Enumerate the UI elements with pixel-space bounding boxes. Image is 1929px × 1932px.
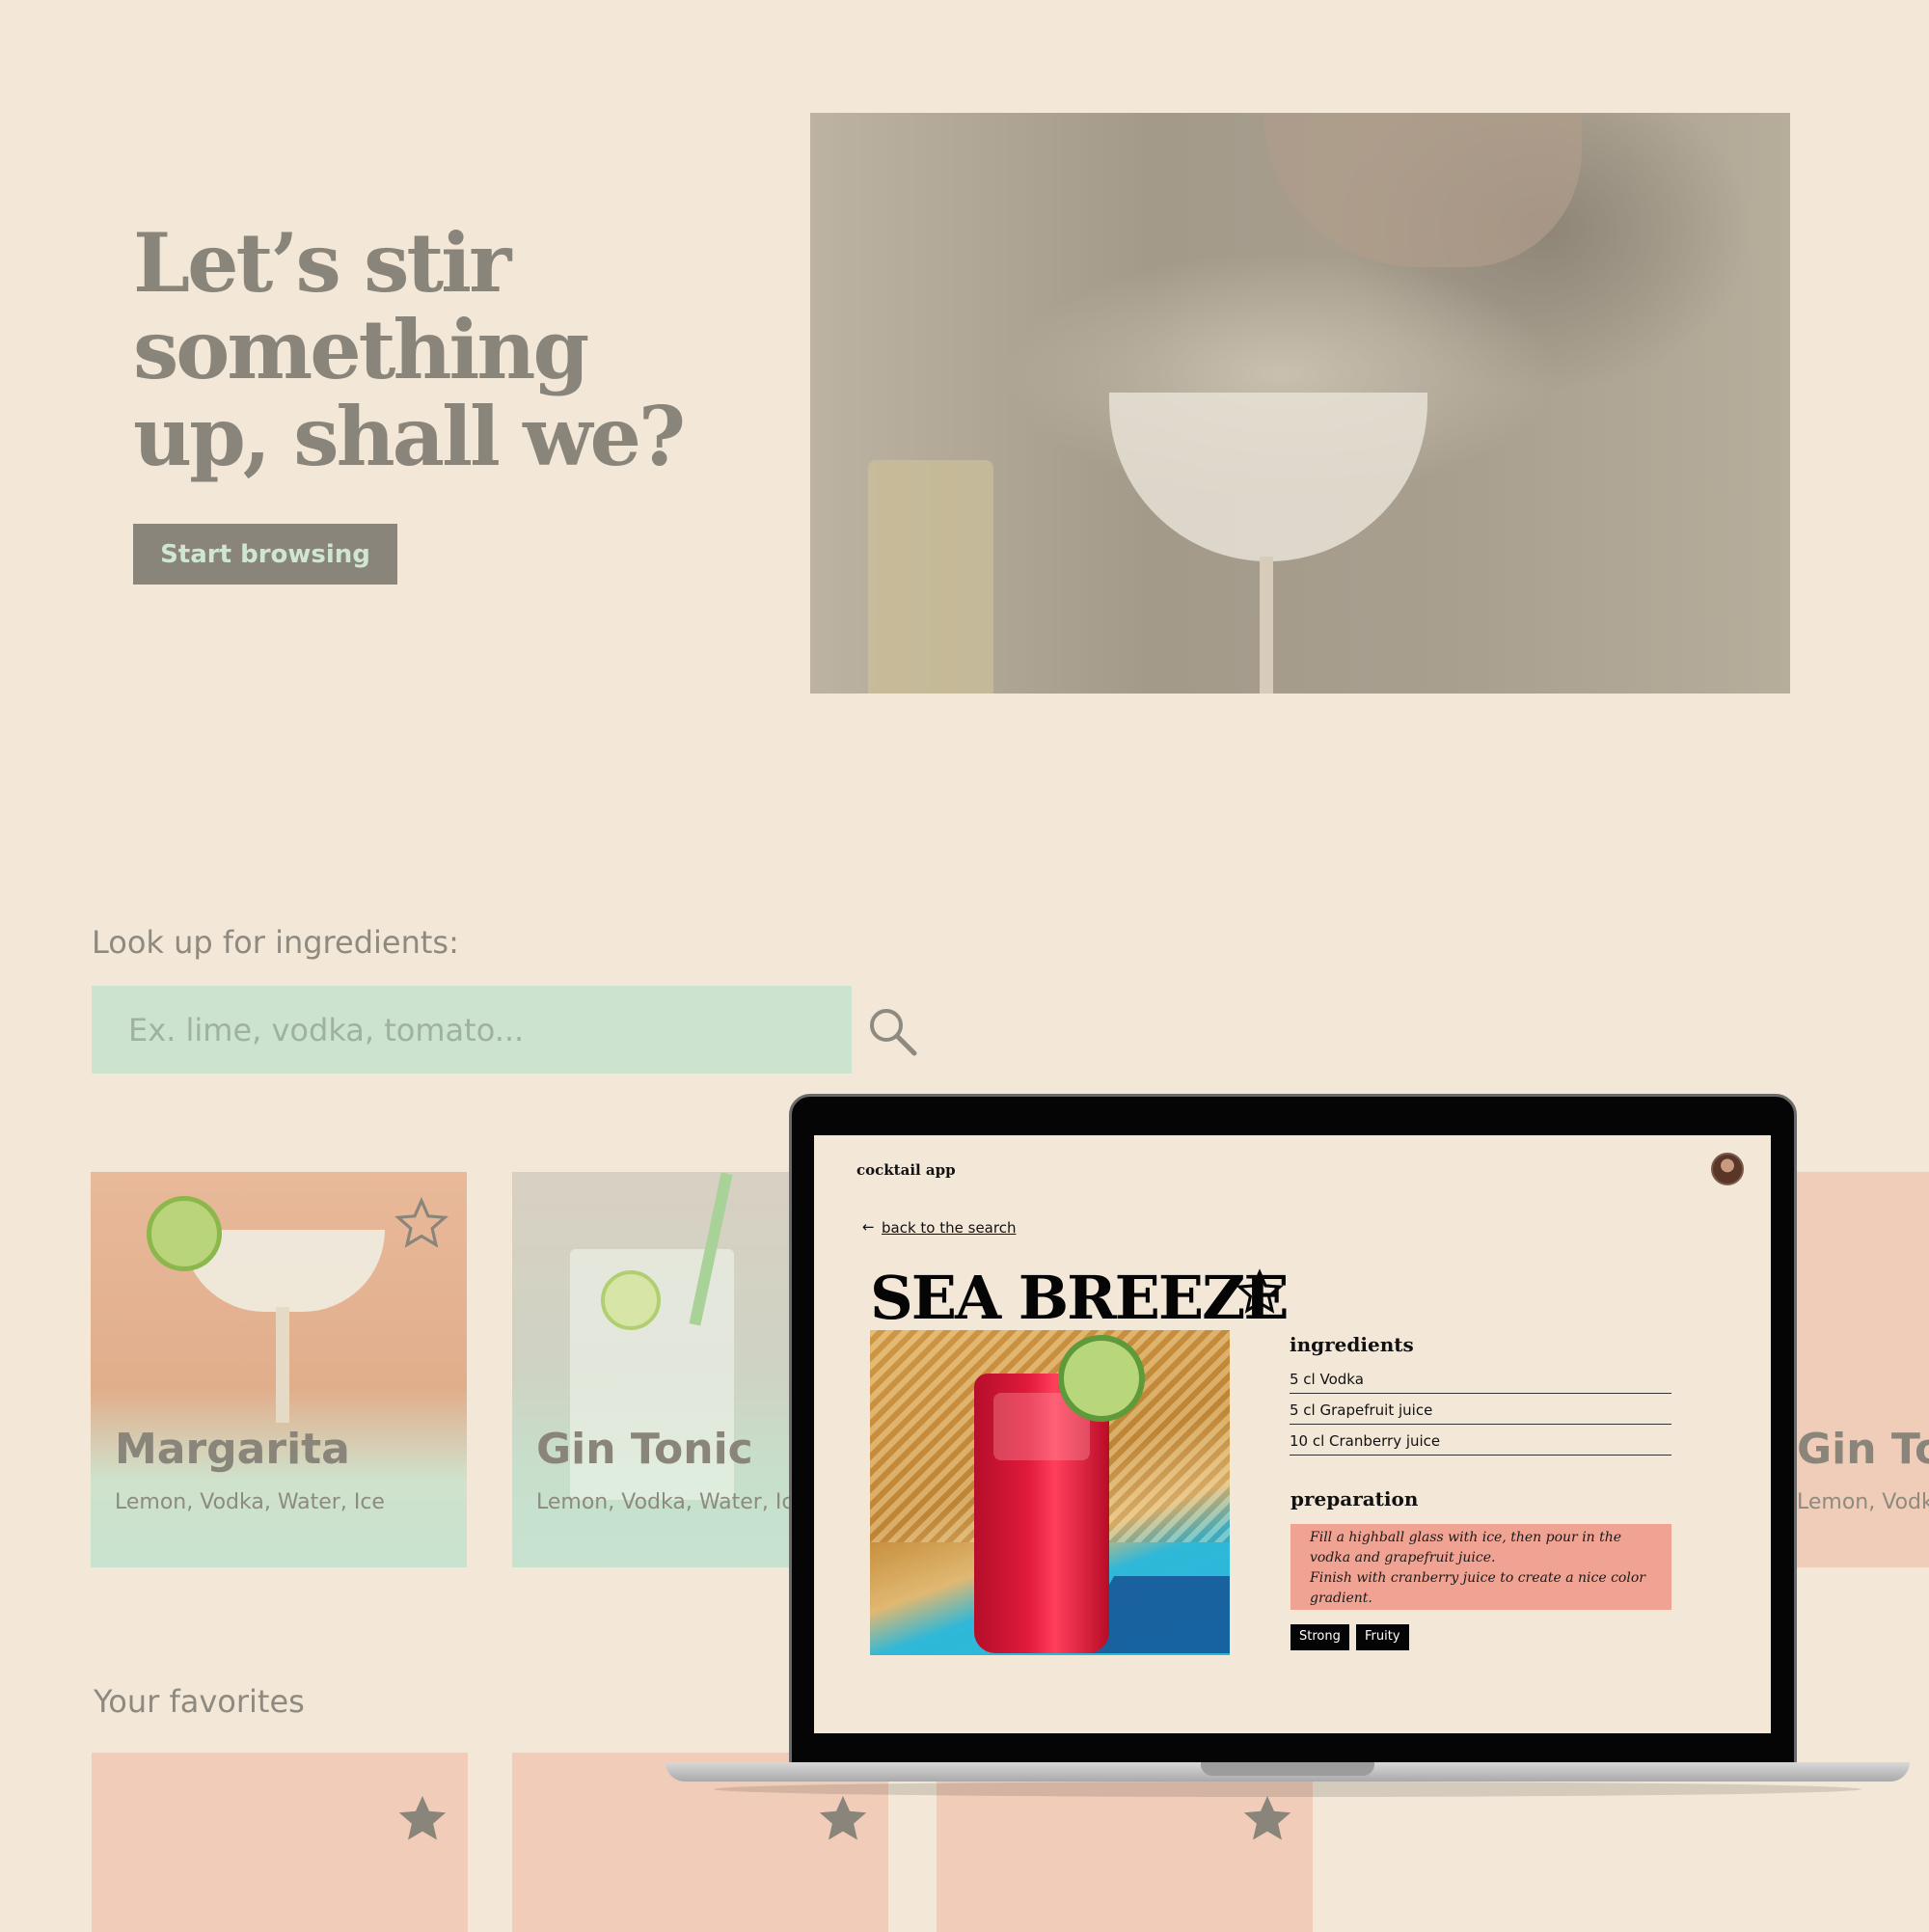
hand-shape (1263, 113, 1582, 267)
card-ingredients: Lemon, Vodka, Water, Ice (115, 1490, 385, 1514)
star-filled-icon[interactable] (394, 1791, 450, 1847)
tag-strong[interactable]: Strong (1291, 1624, 1349, 1650)
cocktail-card-gin-tonic-2[interactable]: Gin Tonic Lemon, Vodka, Water, Ice (1789, 1172, 1929, 1567)
star-filled-icon[interactable] (1239, 1791, 1295, 1847)
ingredient-row: 10 cl Cranberry juice (1290, 1425, 1671, 1456)
lime-wheel-shape (1058, 1335, 1145, 1422)
laptop-shadow (714, 1782, 1861, 1797)
back-to-search-link[interactable]: back to the search (882, 1219, 1016, 1237)
lime-shape (147, 1196, 222, 1271)
user-avatar[interactable] (1711, 1153, 1744, 1185)
laptop-screen: cocktail app ← back to the search SEA BR… (814, 1135, 1771, 1733)
search-icon[interactable] (866, 1005, 918, 1057)
card-ingredients: Lemon, Vodka, Water, Ice (536, 1490, 806, 1514)
star-filled-icon[interactable] (815, 1791, 871, 1847)
ingredient-row: 5 cl Vodka (1290, 1363, 1671, 1394)
margarita-stem-shape (276, 1307, 289, 1423)
favorites-heading: Your favorites (94, 1683, 305, 1720)
ingredients-heading: ingredients (1290, 1333, 1414, 1356)
tag-fruity[interactable]: Fruity (1356, 1624, 1409, 1650)
hero-title: Let’s stir something up, shall we? (133, 215, 686, 484)
drink-title: SEA BREEZE (870, 1263, 1290, 1333)
tall-glass-shape (868, 460, 993, 694)
star-outline-icon[interactable] (1236, 1268, 1284, 1317)
start-browsing-button[interactable]: Start browsing (133, 524, 397, 585)
preparation-heading: preparation (1291, 1487, 1419, 1510)
card-ingredients: Lemon, Vodka, Water, Ice (1797, 1490, 1929, 1514)
preparation-line: vodka and grapefruit juice. (1310, 1550, 1496, 1565)
laptop-notch (1201, 1762, 1374, 1776)
ingredient-row: 5 cl Grapefruit juice (1290, 1394, 1671, 1425)
coupe-glass-shape (1109, 393, 1427, 561)
search-input[interactable] (92, 986, 852, 1074)
preparation-line: Fill a highball glass with ice, then pou… (1310, 1530, 1622, 1545)
favorite-card[interactable] (92, 1753, 468, 1932)
preparation-line: gradient. (1310, 1591, 1372, 1606)
arrow-left-icon[interactable]: ← (862, 1218, 875, 1236)
card-title: Gin Tonic (1797, 1425, 1929, 1474)
preparation-line: Finish with cranberry juice to create a … (1310, 1570, 1645, 1586)
drink-photo (870, 1330, 1230, 1655)
star-outline-icon[interactable] (394, 1196, 449, 1252)
cocktail-card-margarita[interactable]: Margarita Lemon, Vodka, Water, Ice (91, 1172, 467, 1567)
coupe-stem-shape (1260, 557, 1273, 694)
preparation-text: Fill a highball glass with ice, then pou… (1291, 1524, 1671, 1610)
lime-shape (601, 1270, 661, 1330)
hero-photo (810, 113, 1790, 694)
card-title: Gin Tonic (536, 1425, 753, 1474)
app-logo[interactable]: cocktail app (856, 1161, 956, 1179)
card-title: Margarita (115, 1425, 350, 1474)
search-label: Look up for ingredients: (92, 924, 459, 961)
